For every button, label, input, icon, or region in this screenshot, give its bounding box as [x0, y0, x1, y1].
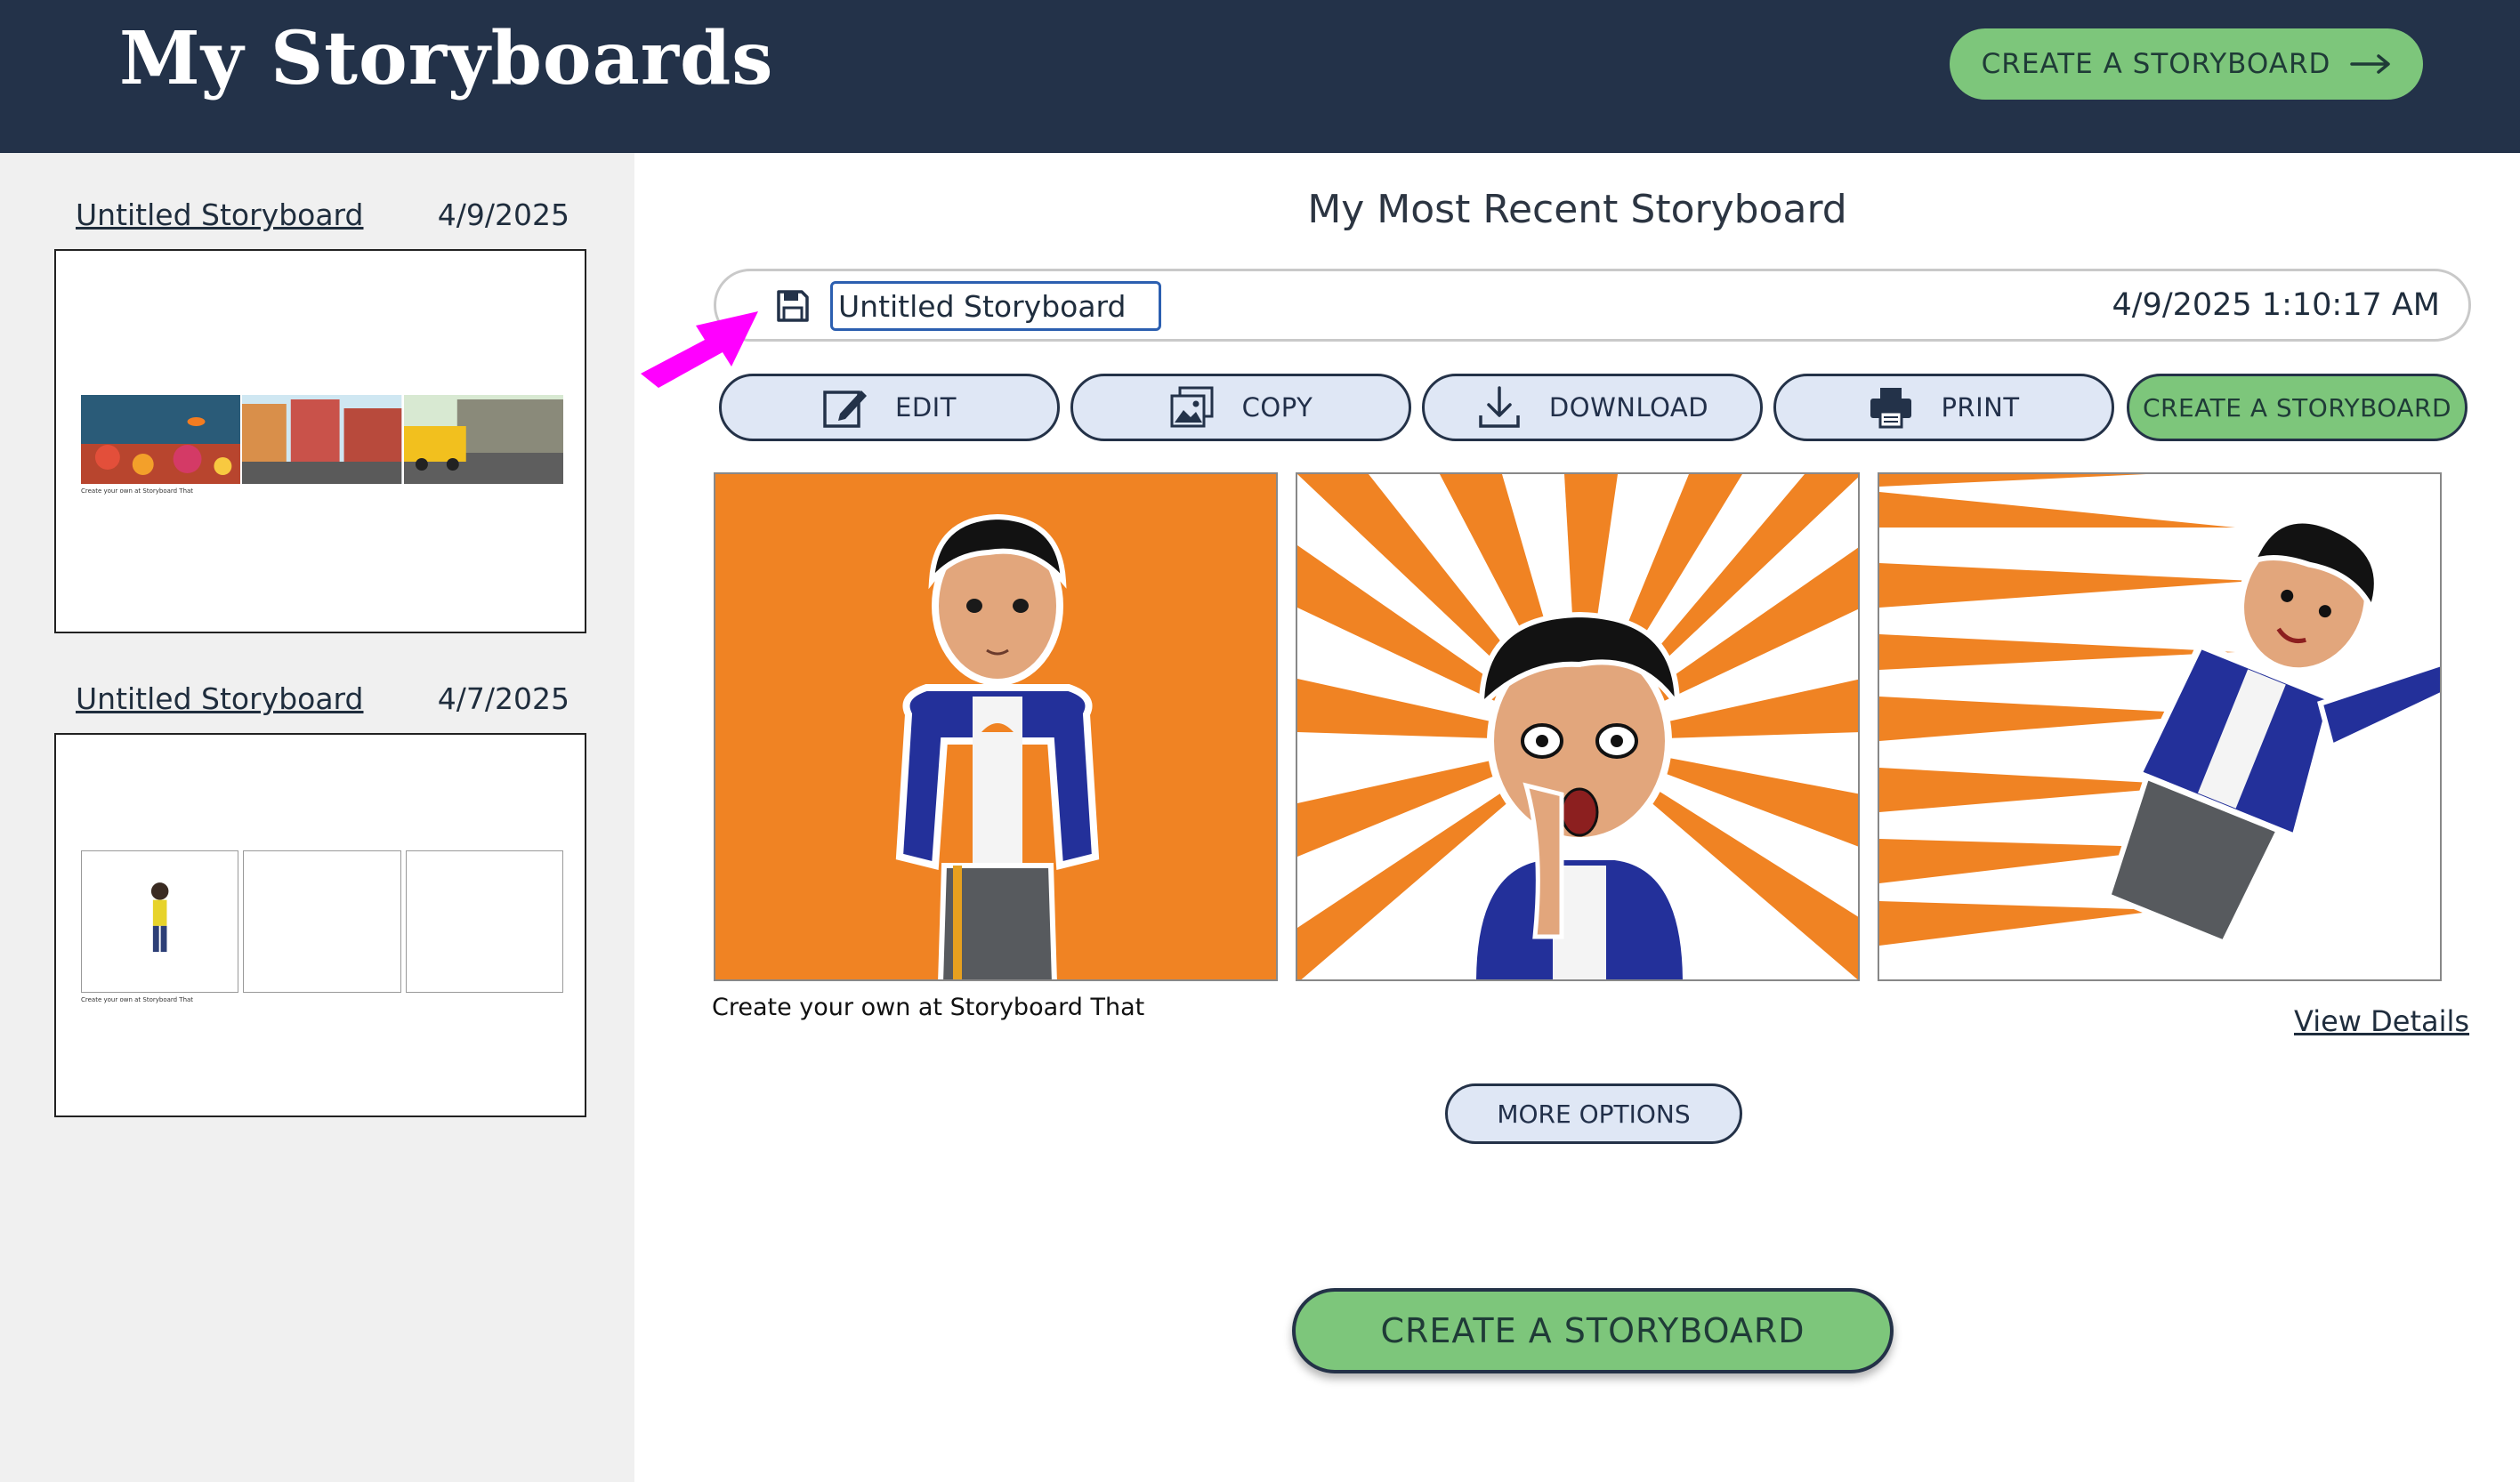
top-header: My Storyboards CREATE A STORYBOARD	[0, 0, 2520, 153]
print-label: PRINT	[1941, 392, 2020, 423]
storyboard-date: 4/9/2025	[437, 197, 569, 232]
print-button[interactable]: PRINT	[1773, 374, 2114, 441]
storyboard-panel-3	[1878, 472, 2442, 981]
storyboard-panel-1	[714, 472, 1278, 981]
storyboard-thumbnail[interactable]: Create your own at Storyboard That	[54, 733, 586, 1117]
thumbnail-caption: Create your own at Storyboard That	[81, 996, 194, 1003]
thumbnail-frame	[405, 850, 563, 993]
storyboard-list-item-header: Untitled Storyboard 4/9/2025	[76, 197, 569, 232]
storyboard-title-input[interactable]	[830, 281, 1161, 331]
download-label: DOWNLOAD	[1548, 392, 1709, 423]
annotation-arrow-icon	[641, 311, 758, 388]
storyboard-list-sidebar: Untitled Storyboard 4/9/2025 Create your…	[0, 153, 634, 1482]
edit-label: EDIT	[895, 392, 957, 423]
more-options-button[interactable]: MORE OPTIONS	[1445, 1083, 1742, 1144]
header-create-storyboard-button[interactable]: CREATE A STORYBOARD	[1950, 28, 2423, 100]
edit-button[interactable]: EDIT	[719, 374, 1060, 441]
image-copy-icon	[1170, 386, 1214, 428]
thumbnail-cell-ocean	[81, 395, 241, 484]
storyboard-thumbnail[interactable]: Create your own at Storyboard That	[54, 249, 586, 633]
thumbnail-cell-street	[242, 395, 402, 484]
arrow-right-icon	[2350, 54, 2391, 74]
pencil-square-icon	[823, 391, 868, 428]
download-icon	[1479, 386, 1520, 428]
storyboard-link[interactable]: Untitled Storyboard	[76, 197, 364, 232]
copy-button[interactable]: COPY	[1070, 374, 1411, 441]
storyboard-date: 4/7/2025	[437, 681, 569, 716]
thumbnail-frames	[81, 850, 563, 993]
bottom-create-storyboard-button[interactable]: CREATE A STORYBOARD	[1292, 1288, 1894, 1373]
thumbnail-caption: Create your own at Storyboard That	[81, 487, 194, 495]
storyboard-panel-2	[1296, 472, 1860, 981]
storyboard-caption: Create your own at Storyboard That	[712, 994, 1145, 1021]
create-storyboard-button[interactable]: CREATE A STORYBOARD	[2127, 374, 2468, 441]
section-title: My Most Recent Storyboard	[1307, 187, 1847, 232]
storyboard-list-item-header: Untitled Storyboard 4/7/2025	[76, 681, 569, 716]
download-button[interactable]: DOWNLOAD	[1422, 374, 1763, 441]
printer-icon	[1870, 388, 1912, 429]
thumbnail-strip	[81, 395, 563, 484]
floppy-disk-icon[interactable]	[775, 288, 811, 324]
thumbnail-frame	[81, 850, 239, 993]
header-create-storyboard-label: CREATE A STORYBOARD	[1981, 48, 2331, 80]
create-storyboard-label: CREATE A STORYBOARD	[2142, 392, 2452, 423]
storyboard-timestamp: 4/9/2025 1:10:17 AM	[2112, 287, 2440, 323]
thumbnail-cell-bus	[403, 395, 563, 484]
view-details-link[interactable]: View Details	[2294, 1004, 2469, 1038]
page-title: My Storyboards	[119, 16, 774, 101]
storyboard-title-bar: 4/9/2025 1:10:17 AM	[714, 269, 2471, 342]
storyboard-link[interactable]: Untitled Storyboard	[76, 681, 364, 716]
thumbnail-frame	[243, 850, 401, 993]
copy-label: COPY	[1241, 392, 1313, 423]
